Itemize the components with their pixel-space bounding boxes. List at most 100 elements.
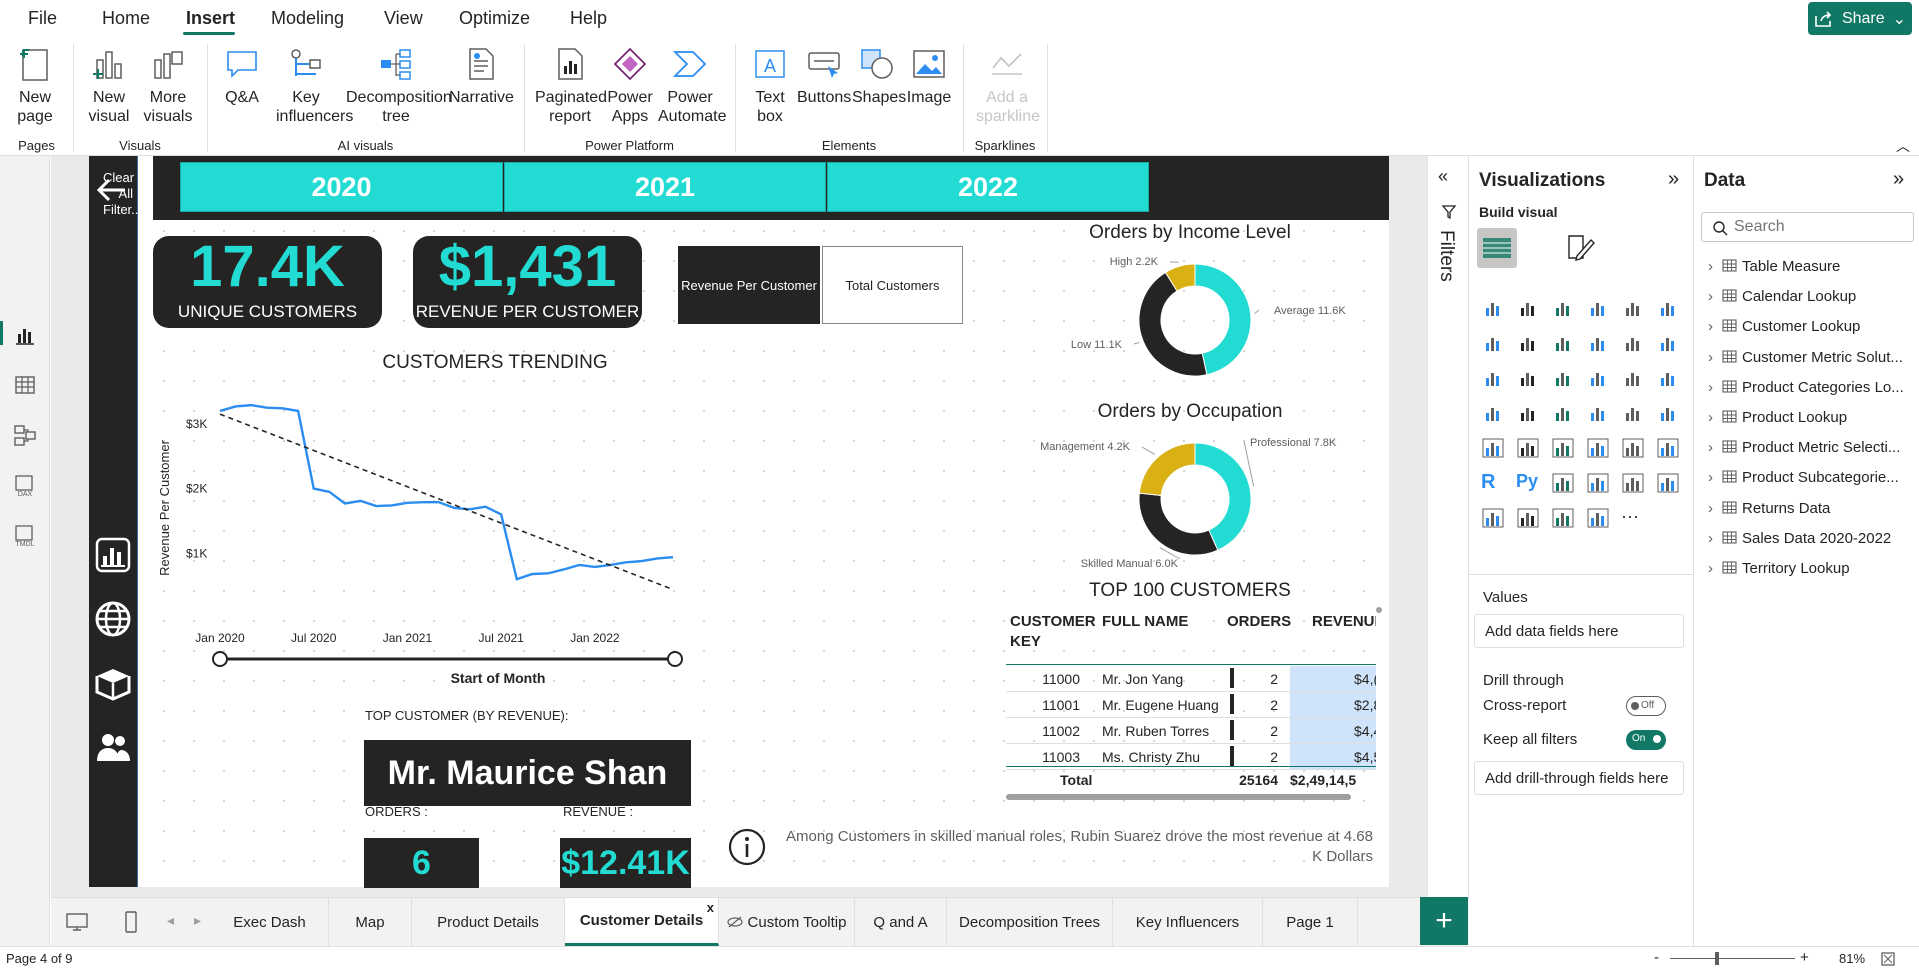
smart-narrative-visual-icon[interactable] [1656,471,1680,495]
year-button-2021[interactable]: 2021 [504,162,826,212]
menu-view[interactable]: View [384,8,423,29]
collapse-data-icon[interactable]: » [1893,168,1904,191]
zoom-slider-thumb[interactable] [1715,952,1719,965]
collapse-visualizations-icon[interactable]: » [1668,168,1679,191]
data-table-item[interactable]: › Product Metric Selecti... [1708,439,1900,456]
ribbon-chart-visual-icon[interactable] [1481,366,1505,390]
page-tab[interactable]: Q and A [855,898,947,946]
date-range-start-handle[interactable] [212,651,228,667]
menu-file[interactable]: File [28,8,57,29]
qa-button[interactable]: Q&A [221,46,263,107]
info-icon[interactable] [727,827,767,867]
clustered-column-visual-icon[interactable] [1586,296,1610,320]
table-row[interactable]: 11001 Mr. Eugene Huang 2 $2,8 [1006,692,1376,718]
key-influencers-visual-icon[interactable] [1551,471,1575,495]
data-table-item[interactable]: › Product Categories Lo... [1708,379,1904,396]
slicer-visual-icon[interactable] [1586,436,1610,460]
multi-row-card-visual-icon[interactable] [1516,436,1540,460]
text-box-button[interactable]: A Text box [748,46,792,126]
globe-nav-icon[interactable] [94,600,132,638]
data-table-item[interactable]: › Territory Lookup [1708,560,1850,577]
image-button[interactable]: Image [904,46,954,107]
mobile-layout-icon[interactable] [124,910,138,934]
100-stacked-column-visual-icon[interactable] [1656,296,1680,320]
table-view-icon[interactable] [12,372,38,398]
data-table-item[interactable]: › Returns Data [1708,500,1830,517]
zoom-slider[interactable] [1670,958,1795,959]
data-table-item[interactable]: › Product Lookup [1708,409,1847,426]
data-search-box[interactable] [1701,212,1914,242]
year-button-2022[interactable]: 2022 [827,162,1149,212]
desktop-layout-icon[interactable] [65,912,89,932]
azure-map-visual-icon[interactable] [1621,401,1645,425]
drill-through-drop-well[interactable]: Add drill-through fields here [1474,761,1684,795]
table-row[interactable]: 11000 Mr. Jon Yang 2 $4,( [1006,666,1376,692]
qa-visual-icon[interactable] [1621,471,1645,495]
customers-nav-icon[interactable] [94,728,132,766]
dashboard-nav-icon[interactable] [94,536,132,574]
column-header-customer-key[interactable]: CUSTOMER KEY [1010,612,1100,652]
line-stacked-column-visual-icon[interactable] [1621,331,1645,355]
donut-slice[interactable] [1138,442,1196,496]
page-tab[interactable]: Decomposition Trees [947,898,1113,946]
report-view-icon[interactable] [12,322,38,348]
line-visual-icon[interactable] [1481,331,1505,355]
model-view-icon[interactable] [12,422,38,448]
data-table-item[interactable]: › Customer Metric Solut... [1708,349,1903,366]
add-sparkline-button[interactable]: Add a sparkline [976,46,1040,126]
waterfall-visual-icon[interactable] [1516,366,1540,390]
dax-query-view-icon[interactable]: DAX [12,472,38,498]
date-range-end-handle[interactable] [667,651,683,667]
tmdl-view-icon[interactable]: TMDL [12,522,38,548]
page-tab[interactable]: Custom Tooltip [719,898,855,946]
table-row[interactable]: 11002 Mr. Ruben Torres 2 $4,4 [1006,718,1376,744]
collapse-ribbon-icon[interactable]: ︿ [1896,136,1910,156]
values-drop-well[interactable]: Add data fields here [1474,614,1684,648]
menu-modeling[interactable]: Modeling [271,8,344,29]
fit-to-page-icon[interactable] [1880,951,1896,967]
gauge-visual-icon[interactable] [1656,401,1680,425]
page-tab[interactable]: Map [329,898,412,946]
data-table-item[interactable]: › Table Measure [1708,258,1840,275]
cross-report-toggle[interactable]: Off [1626,696,1666,716]
zoom-in-icon[interactable]: + [1800,949,1809,966]
data-table-item[interactable]: › Sales Data 2020-2022 [1708,530,1891,547]
power-automate-button[interactable]: Power Automate [658,46,726,126]
keep-all-filters-toggle[interactable]: On [1626,730,1666,750]
scroll-tabs-left-icon[interactable]: ◂ [167,912,174,929]
data-search-input[interactable] [1734,217,1904,237]
page-tab[interactable]: Page 1 [1263,898,1358,946]
stacked-column-visual-icon[interactable] [1516,296,1540,320]
100-stacked-area-visual-icon[interactable] [1586,331,1610,355]
clustered-bar-visual-icon[interactable] [1551,296,1575,320]
power-apps-button[interactable]: Power Apps [607,46,653,126]
share-button[interactable]: Share ⌄ [1808,2,1912,35]
box-nav-icon[interactable] [94,664,132,702]
decomposition-tree-visual-icon[interactable] [1586,471,1610,495]
metrics-visual-icon[interactable] [1481,506,1505,530]
line-clustered-column-visual-icon[interactable] [1656,331,1680,355]
data-table-item[interactable]: › Customer Lookup [1708,318,1860,335]
map-visual-icon[interactable] [1516,401,1540,425]
menu-home[interactable]: Home [102,8,150,29]
shapes-button[interactable]: Shapes [852,46,906,107]
add-page-button[interactable]: + [1420,897,1468,945]
column-header-full-name[interactable]: FULL NAME [1102,612,1188,632]
matrix-visual-icon[interactable] [1656,436,1680,460]
format-visual-icon[interactable] [1565,232,1597,264]
revenue-per-customer-toggle[interactable]: Revenue Per Customer [678,246,820,324]
year-button-2020[interactable]: 2020 [180,162,503,212]
100-stacked-bar-visual-icon[interactable] [1621,296,1645,320]
table-visual-icon[interactable] [1621,436,1645,460]
narrative-button[interactable]: Narrative [449,46,514,107]
close-tab-icon[interactable]: x [707,900,714,915]
python-visual-visual-icon[interactable]: Py [1516,471,1540,495]
donut-slice[interactable] [1138,492,1219,556]
menu-optimize[interactable]: Optimize [459,8,530,29]
expand-filters-icon[interactable]: « [1438,166,1448,187]
funnel-visual-icon[interactable] [1551,366,1575,390]
kpi-visual-icon[interactable] [1551,436,1575,460]
stacked-area-visual-icon[interactable] [1551,331,1575,355]
total-customers-toggle[interactable]: Total Customers [822,246,963,324]
r-visual-visual-icon[interactable]: R [1481,471,1505,495]
